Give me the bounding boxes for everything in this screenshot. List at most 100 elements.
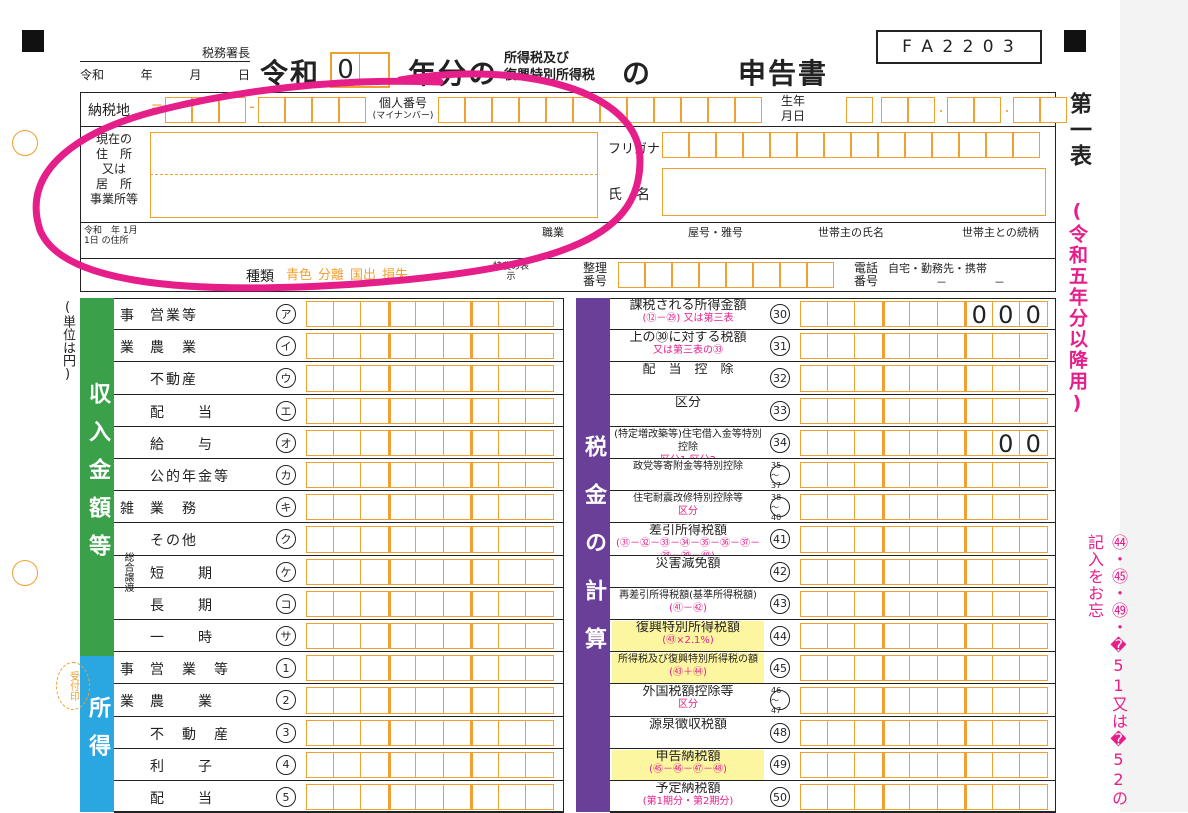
phone-dash-1: － — [936, 276, 947, 289]
tax-row-sub: (㊸＋㊹) — [669, 667, 707, 679]
row-mark-icon: エ — [276, 400, 296, 421]
amount-input[interactable] — [306, 558, 554, 585]
amount-input[interactable] — [306, 655, 554, 682]
tax-row-label: 外国税額控除等 区分 — [612, 685, 764, 715]
trade-name-label: 屋号・雅号 — [688, 226, 743, 239]
digit-cell — [388, 526, 416, 553]
amount-input[interactable] — [306, 784, 554, 811]
digit-cell — [526, 751, 554, 778]
row-mark-icon: 42 — [770, 561, 790, 582]
digit-cell — [992, 333, 1020, 360]
amount-input[interactable]: 00 — [800, 429, 1048, 457]
amount-input[interactable] — [306, 751, 554, 778]
digit-cell — [937, 590, 965, 617]
digit-cell — [827, 365, 855, 392]
digit-cell — [965, 655, 993, 682]
digit-cell — [855, 623, 883, 650]
digit-cell — [910, 526, 938, 553]
furigana-input[interactable] — [662, 132, 1040, 158]
row-label: 短 期 — [150, 565, 214, 582]
digit-cell — [827, 526, 855, 553]
amount-input[interactable] — [800, 365, 1048, 392]
tax-row-title: 災害減免額 — [655, 556, 721, 571]
digit-cell — [498, 301, 526, 328]
amount-input[interactable] — [306, 623, 554, 650]
amount-input[interactable] — [800, 719, 1048, 746]
row-label: 公的年金等 — [150, 469, 230, 485]
digit-cell — [827, 558, 855, 585]
digit-cell — [992, 719, 1020, 746]
amount-input[interactable] — [306, 462, 554, 489]
digit-cell: 0 — [992, 429, 1020, 457]
amount-input[interactable] — [800, 558, 1048, 585]
tax-row-title: 政党等寄附金等特別控除 — [633, 461, 743, 472]
amount-input[interactable] — [306, 719, 554, 746]
tax-row-title: 外国税額控除等 — [642, 685, 734, 700]
digit-cell — [992, 494, 1020, 521]
digit-cell — [827, 719, 855, 746]
row-label: 給 与 — [150, 436, 214, 453]
amount-input[interactable] — [306, 526, 554, 553]
digit-cell — [526, 623, 554, 650]
digit-cell — [306, 494, 334, 521]
digit-cell — [361, 687, 389, 714]
digit-cell — [1020, 494, 1048, 521]
digit-cell — [443, 655, 471, 682]
amount-input[interactable] — [800, 462, 1048, 489]
digit-cell — [965, 687, 993, 714]
digit-cell — [1020, 333, 1048, 360]
row-mark-icon: 34 — [770, 432, 790, 453]
digit-cell — [361, 462, 389, 489]
digit-cell — [333, 462, 361, 489]
amount-input[interactable] — [306, 590, 554, 617]
amount-input[interactable] — [306, 687, 554, 714]
row-mark-icon: サ — [276, 626, 296, 646]
amount-input[interactable] — [800, 526, 1048, 553]
receipt-stamp: 受付印 — [56, 662, 90, 710]
digit-cell — [937, 751, 965, 778]
amount-input[interactable] — [800, 494, 1048, 521]
amount-input[interactable] — [306, 494, 554, 521]
digit-cell — [361, 590, 389, 617]
digit-cell — [306, 687, 334, 714]
digit-cell — [965, 558, 993, 585]
digit-cell — [855, 365, 883, 392]
digit-cell — [388, 462, 416, 489]
amount-input[interactable] — [800, 333, 1048, 360]
amount-input[interactable] — [306, 333, 554, 360]
amount-input[interactable]: 000 — [800, 301, 1048, 328]
tax-row-title: 所得税及び復興特別所得税の額 — [618, 654, 758, 666]
name-input[interactable] — [662, 168, 1046, 216]
digit-cell — [471, 558, 499, 585]
digit-cell — [333, 397, 361, 424]
digit-cell — [443, 784, 471, 811]
digit-cell — [306, 558, 334, 585]
amount-input[interactable] — [800, 751, 1048, 778]
digit-cell — [388, 397, 416, 424]
digit-cell — [306, 623, 334, 650]
amount-input[interactable] — [306, 397, 554, 424]
digit-cell — [416, 365, 444, 392]
digit-cell — [416, 301, 444, 328]
tax-row-label: 住宅耐震改修特別控除等 区分 — [612, 492, 764, 522]
digit-cell — [416, 397, 444, 424]
amount-input[interactable] — [800, 623, 1048, 650]
amount-input[interactable] — [306, 365, 554, 392]
tax-row-label: 課税される所得金額 (⑫－㉙) 又は第三表 — [612, 299, 764, 329]
income-header: 収入金額等 — [80, 298, 114, 656]
amount-input[interactable] — [800, 687, 1048, 714]
digit-cell — [471, 365, 499, 392]
digit-cell — [910, 623, 938, 650]
digit-cell — [910, 784, 938, 811]
amount-input[interactable] — [800, 784, 1048, 811]
amount-input[interactable] — [306, 301, 554, 328]
digit-cell — [361, 429, 389, 456]
amount-input[interactable] — [800, 655, 1048, 682]
birth-input[interactable]: .. — [846, 97, 1067, 123]
digit-cell — [800, 526, 828, 553]
amount-input[interactable] — [800, 590, 1048, 617]
amount-input[interactable] — [800, 397, 1048, 424]
amount-input[interactable] — [306, 429, 554, 456]
unit-label: (単位は円) — [60, 300, 75, 382]
digit-cell — [882, 494, 910, 521]
